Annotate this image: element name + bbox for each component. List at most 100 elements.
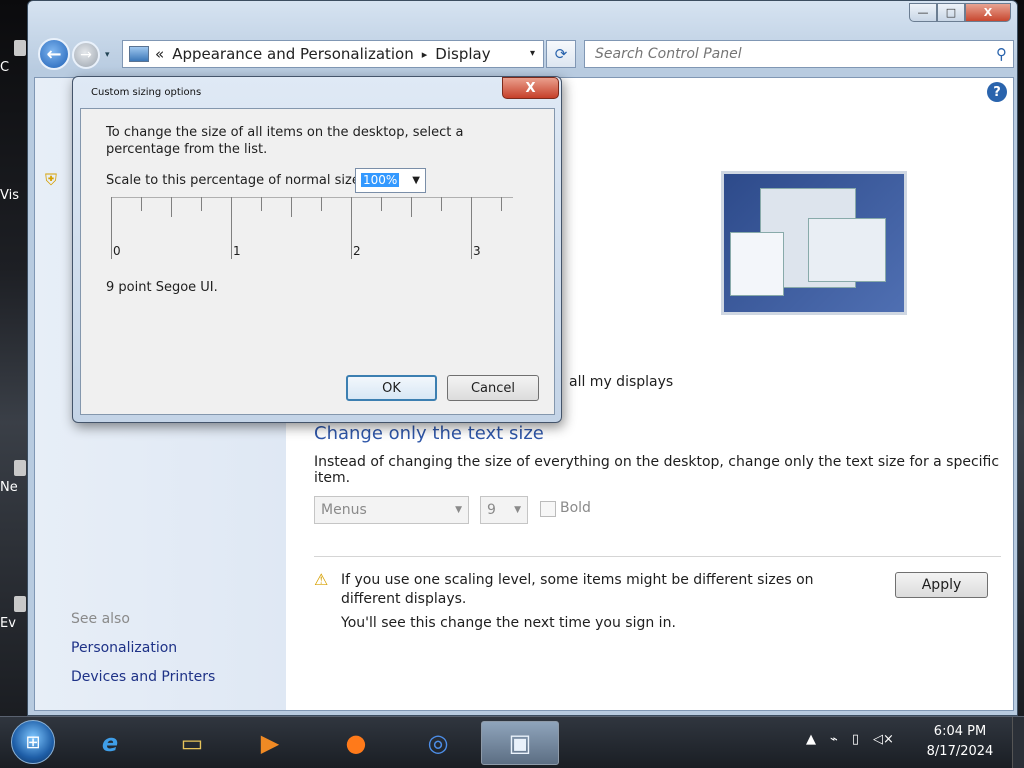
desktop-icon-vis[interactable]: Vis [0,188,28,203]
desktop-icon-label: Ev [0,616,16,631]
file-explorer-icon[interactable]: ▭ [164,721,220,765]
item-select-value: Menus [321,502,367,518]
custom-sizing-dialog: Custom sizing options X To change the si… [72,76,562,423]
ruler-tick [171,197,172,217]
minimize-button[interactable]: — [909,3,937,22]
show-hidden-icons-icon[interactable]: ▲ [806,732,816,747]
search-input[interactable] [595,46,975,62]
link-devices-and-printers[interactable]: Devices and Printers [71,669,215,685]
chrome-icon[interactable]: ◎ [410,721,466,765]
size-select-value: 9 [487,502,496,518]
ruler-tick [201,197,202,211]
chevron-down-icon: ▼ [455,505,462,515]
ruler-tick [111,197,112,259]
apply-all-displays-label[interactable]: all my displays [569,374,673,390]
font-info-text: 9 point Segoe UI. [106,280,218,295]
control-panel-taskbar-icon[interactable]: ▣ [481,721,559,765]
ok-button[interactable]: OK [346,375,437,401]
ruler-tick [141,197,142,211]
divider [314,556,1001,557]
clock[interactable]: 6:04 PM 8/17/2024 [918,722,1002,762]
chevron-down-icon: ▼ [514,505,521,515]
breadcrumb-separator-icon[interactable]: ▸ [422,48,428,61]
volume-muted-icon[interactable]: ◁× [873,732,894,747]
ruler-label: 3 [473,244,481,258]
preview-menu-icon [730,232,784,296]
desktop-icon-label: C [0,60,10,75]
media-player-icon[interactable]: ▶ [242,721,298,765]
address-bar[interactable]: « Appearance and Personalization ▸ Displ… [122,40,544,68]
scaling-warning-text: If you use one scaling level, some items… [341,572,814,607]
show-desktop-button[interactable] [1012,717,1024,768]
caption-buttons: — □ X [909,3,1011,22]
search-box[interactable]: ⚲ [584,40,1014,68]
ruler-tick [441,197,442,211]
display-preview-image [721,171,907,315]
ruler-tick [231,197,232,259]
size-select[interactable]: 9 ▼ [480,496,528,524]
ruler-label: 2 [353,244,361,258]
recent-pages-dropdown[interactable]: ▾ [105,50,110,60]
network-icon [14,460,26,476]
ruler-tick [501,197,502,211]
section-description: Instead of changing the size of everythi… [314,454,1000,486]
dialog-title: Custom sizing options [91,87,202,98]
preview-window-icon [808,218,886,282]
ruler-label: 1 [233,244,241,258]
bold-checkbox[interactable] [540,501,556,517]
internet-explorer-icon[interactable]: e [82,721,138,765]
breadcrumb-overflow[interactable]: « [155,45,164,63]
computer-icon [14,40,26,56]
dialog-close-button[interactable]: X [502,77,559,99]
see-also-heading: See also [71,611,130,627]
breadcrumb-display[interactable]: Display [435,45,490,63]
bold-label: Bold [560,500,591,516]
network-icon[interactable]: ⌁ [830,732,838,747]
clock-time: 6:04 PM [933,724,987,739]
uac-shield-icon: ⛨ [45,170,58,189]
desktop-icon-label: Ne [0,480,18,495]
desktop-icon-computer[interactable]: C [0,40,28,75]
desktop-icon-ev[interactable]: Ev [0,596,28,631]
forward-button[interactable]: → [72,41,100,69]
scaling-ruler[interactable]: 0 1 2 3 [111,197,515,263]
ruler-tick [261,197,262,211]
help-icon[interactable]: ? [987,82,1007,102]
signin-note: You'll see this change the next time you… [341,615,676,631]
chevron-down-icon[interactable]: ▼ [412,175,420,186]
event-icon [14,596,26,612]
section-title: Change only the text size [314,423,544,444]
start-button[interactable]: ⊞ [11,720,55,764]
maximize-button[interactable]: □ [937,3,965,22]
dialog-intro-text: To change the size of all items on the d… [106,125,464,157]
refresh-button[interactable]: ⟳ [546,40,576,68]
ruler-tick [471,197,472,259]
close-button[interactable]: X [965,3,1011,22]
ruler-tick [411,197,412,217]
scale-percentage-combobox[interactable]: 100% ▼ [355,168,426,193]
scale-percentage-value[interactable]: 100% [361,173,400,187]
desktop-icon-label: Vis [0,188,19,203]
notification-area: ▲ ⌁ ▯ ◁× [806,732,894,747]
control-panel-icon [129,46,149,62]
power-icon[interactable]: ▯ [852,732,859,747]
ruler-label: 0 [113,244,121,258]
firefox-icon[interactable]: ● [328,721,384,765]
ruler-tick [351,197,352,259]
link-personalization[interactable]: Personalization [71,640,177,656]
clock-date: 8/17/2024 [926,744,994,759]
warning-icon: ⚠ [314,570,329,589]
desktop-icon-network[interactable]: Ne [0,460,28,495]
cancel-button[interactable]: Cancel [447,375,539,401]
dialog-body: To change the size of all items on the d… [80,108,555,415]
item-select[interactable]: Menus ▼ [314,496,469,524]
taskbar: ⊞ e ▭ ▶ ● ◎ ▣ ▲ ⌁ ▯ ◁× 6:04 PM 8/17/2024 [0,716,1024,768]
back-button[interactable]: ← [38,38,70,70]
ruler-tick [381,197,382,211]
navigation-bar: ← → ▾ « Appearance and Personalization ▸… [34,37,1014,73]
address-dropdown-icon[interactable]: ▾ [530,48,535,59]
magnifier-icon[interactable]: ⚲ [996,45,1007,63]
ruler-tick [291,197,292,217]
breadcrumb-appearance[interactable]: Appearance and Personalization [172,45,414,63]
apply-button[interactable]: Apply [895,572,988,598]
